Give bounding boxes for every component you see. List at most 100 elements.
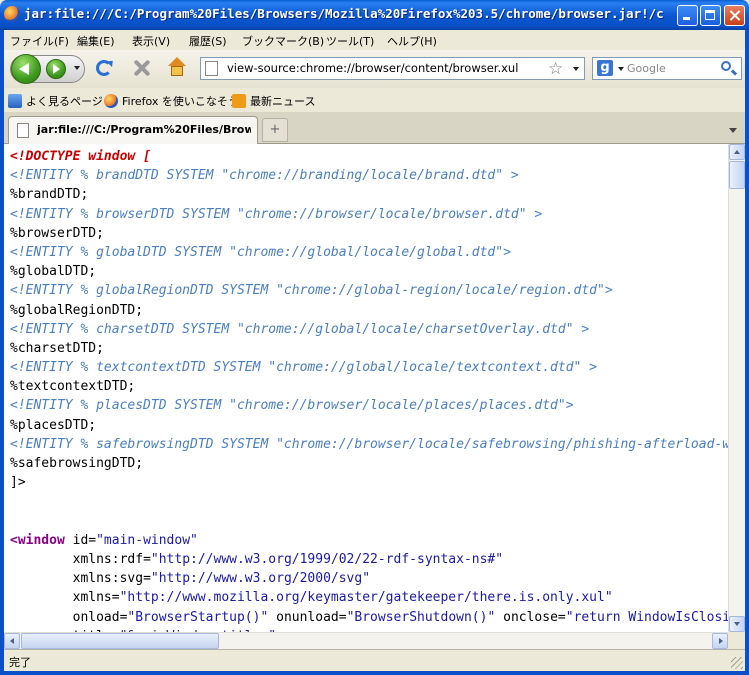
source-line: %textcontextDTD; [10,377,728,396]
source-line: %placesDTD; [10,416,728,435]
home-icon[interactable] [166,57,188,79]
source-token-eq: = [143,571,151,587]
stop-icon[interactable] [131,57,153,79]
source-line: %globalRegionDTD; [10,301,728,320]
search-bar[interactable]: g Google [592,57,742,80]
source-token-attr: xmlns [10,590,112,606]
reload-icon[interactable] [96,60,112,76]
source-token-attr: id [64,532,89,548]
firefox-icon [104,94,118,108]
folder-icon [8,94,22,108]
bookmark-latest-headlines[interactable]: 最新ニュース [232,93,315,109]
bookmark-getting-started[interactable]: Firefox を使いこなそう [104,93,239,109]
source-token-eq: = [557,609,566,625]
source-token-plain: %brandDTD; [10,187,89,203]
source-line: onload="BrowserStartup()" onunload="Brow… [10,608,728,627]
scroll-up-button[interactable] [729,144,745,160]
page-icon [17,123,29,138]
source-token-attr: xmlns:rdf [10,551,144,567]
source-token-plain: %textcontextDTD; [10,379,136,395]
window-frame-right [745,30,749,675]
new-tab-button[interactable]: + [262,118,288,142]
menu-view[interactable]: 表示(V) [132,33,170,49]
source-token-eq: = [338,609,347,625]
vertical-scrollbar[interactable] [728,144,745,632]
source-token-plain: %charsetDTD; [10,340,104,356]
source-line: %brandDTD; [10,185,728,204]
source-line: <window id="main-window" [10,531,728,550]
menu-history[interactable]: 履歴(S) [189,33,227,49]
bookmarks-toolbar: よく見るページ Firefox を使いこなそう 最新ニュース [4,88,745,112]
source-line: <!DOCTYPE window [ [10,147,728,166]
title-bar: jar:file:///C:/Program%20Files/Browsers/… [0,0,749,30]
source-token-attr: onunload [268,609,339,625]
source-line: %globalDTD; [10,262,728,281]
source-code: <!DOCTYPE window [ <!ENTITY % brandDTD SY… [10,147,728,632]
search-icon[interactable] [721,61,731,71]
source-token-val: "return WindowIsClosing();" [565,609,728,625]
page-icon [205,61,218,76]
maximize-button[interactable] [700,5,721,26]
source-line: %charsetDTD; [10,339,728,358]
scroll-left-button[interactable] [4,633,20,649]
source-line: xmlns="http://www.mozilla.org/keymaster/… [10,588,728,607]
source-token-entity: <!ENTITY % browserDTD SYSTEM "chrome://b… [10,206,543,222]
bookmark-most-visited[interactable]: よく見るページ [8,93,103,109]
source-token-entity: <!ENTITY % globalRegionDTD SYSTEM "chrom… [10,283,613,299]
window-title: jar:file:///C:/Program%20Files/Browsers/… [24,6,664,21]
source-line: <!ENTITY % globalDTD SYSTEM "chrome://gl… [10,243,728,262]
view-source-content: <!DOCTYPE window [ <!ENTITY % brandDTD SY… [4,144,728,632]
forward-icon[interactable] [46,59,66,79]
source-line: %browserDTD; [10,224,728,243]
source-token-entity: <!ENTITY % textcontextDTD SYSTEM "chrome… [10,360,597,376]
url-text[interactable]: view-source:chrome://browser/content/bro… [227,61,518,75]
vertical-scroll-thumb[interactable] [729,161,745,189]
search-engine-dropdown-icon[interactable] [618,67,624,71]
source-line [10,492,728,511]
source-token-tag: <window [10,532,65,548]
source-token-attr: onclose [495,609,558,625]
source-token-plain: %globalRegionDTD; [10,302,144,318]
resize-grip[interactable] [731,657,743,669]
menu-file[interactable]: ファイル(F) [10,33,69,49]
source-token-eq: = [143,551,151,567]
horizontal-scrollbar[interactable] [4,632,728,649]
horizontal-scroll-thumb[interactable] [21,633,219,649]
url-bar[interactable]: view-source:chrome://browser/content/bro… [200,57,585,80]
source-token-eq: = [111,590,120,606]
search-input[interactable]: Google [627,62,666,75]
source-line: <!ENTITY % textcontextDTD SYSTEM "chrome… [10,358,728,377]
back-icon[interactable] [11,54,41,84]
close-button[interactable] [724,5,745,26]
google-icon[interactable]: g [597,60,613,76]
source-token-plain: %placesDTD; [10,417,97,433]
source-token-entity: <!ENTITY % charsetDTD SYSTEM "chrome://g… [10,321,590,337]
source-token-entity: <!ENTITY % placesDTD SYSTEM "chrome://br… [10,398,574,414]
menu-tools[interactable]: ツール(T) [326,33,374,49]
tab-title: jar:file:///C:/Program%20Files/Browsers/… [37,123,251,136]
scroll-down-button[interactable] [729,616,745,632]
menu-bookmarks[interactable]: ブックマーク(B) [242,33,324,49]
source-line: <!ENTITY % globalRegionDTD SYSTEM "chrom… [10,281,728,300]
source-line: <!ENTITY % brandDTD SYSTEM "chrome://bra… [10,166,728,185]
source-token-entity: <!ENTITY % brandDTD SYSTEM "chrome://bra… [10,168,519,184]
minimize-button[interactable] [677,5,698,26]
menu-help[interactable]: ヘルプ(H) [387,33,437,49]
source-token-val: "http://www.w3.org/1999/02/22-rdf-syntax… [150,551,504,567]
status-text: 完了 [9,656,31,669]
history-dropdown-icon[interactable] [74,66,80,70]
tab-browser-xul[interactable]: jar:file:///C:/Program%20Files/Browsers/… [8,116,258,144]
bookmark-star-icon[interactable]: ☆ [548,59,563,79]
url-dropdown-icon[interactable] [573,67,579,71]
menu-edit[interactable]: 編集(E) [77,33,115,49]
source-line: xmlns:svg="http://www.w3.org/2000/svg" [10,569,728,588]
firefox-icon[interactable] [4,6,20,22]
source-line: <!ENTITY % safebrowsingDTD SYSTEM "chrom… [10,435,728,454]
all-tabs-dropdown-icon[interactable] [726,118,740,142]
source-token-val: "BrowserShutdown()" [346,609,496,625]
scroll-right-button[interactable] [712,633,728,649]
source-token-entity: <!ENTITY % globalDTD SYSTEM "chrome://gl… [10,244,511,260]
tab-strip: jar:file:///C:/Program%20Files/Browsers/… [4,112,745,144]
source-line: xmlns:rdf="http://www.w3.org/1999/02/22-… [10,550,728,569]
status-bar: 完了 [4,649,745,671]
